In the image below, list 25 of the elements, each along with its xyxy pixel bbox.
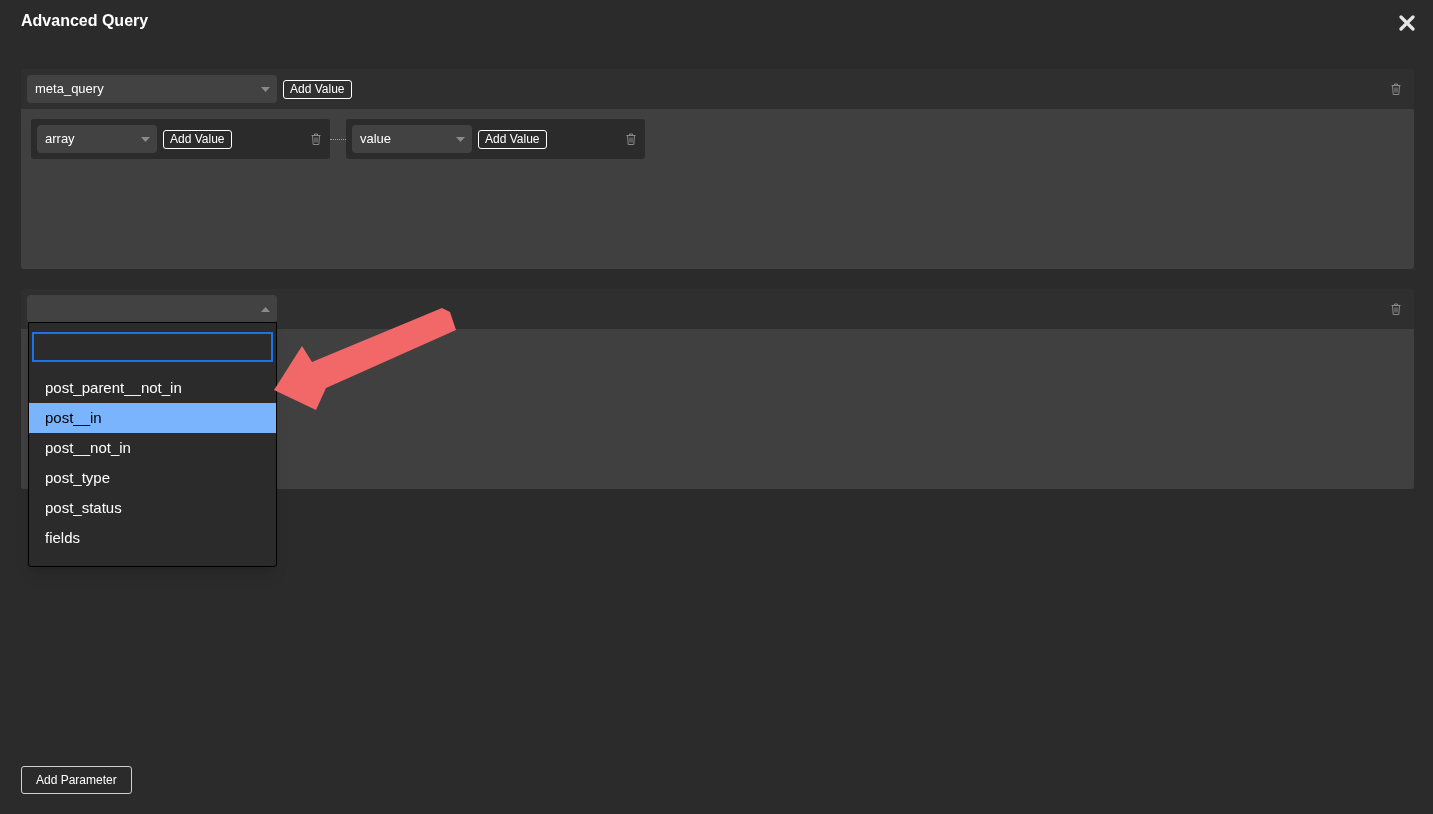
caret-icon [141,136,150,142]
add-value-button[interactable]: Add Value [478,129,547,149]
select-field[interactable]: array [37,125,157,153]
select-field[interactable]: meta_query [27,75,277,103]
trash-icon[interactable] [1391,83,1401,95]
trash-icon[interactable] [626,133,636,145]
dropdown-option[interactable]: fields [29,523,276,553]
dialog-title: Advanced Query [21,11,149,31]
dropdown-option[interactable]: post_type [29,463,276,493]
select-field[interactable]: value [352,125,472,153]
trash-icon[interactable] [311,133,321,145]
search-input[interactable] [32,332,273,362]
trash-icon[interactable] [1391,303,1401,315]
caret-icon [261,306,270,312]
add-value-button[interactable]: Add Value [163,129,232,149]
dropdown-option[interactable]: post__in [29,403,276,433]
select-field[interactable] [27,295,277,323]
dropdown-option[interactable]: post_parent__not_in [29,373,276,403]
caret-icon [456,136,465,142]
dropdown-option[interactable]: post__not_in [29,433,276,463]
close-icon[interactable] [1399,15,1415,31]
add-value-button[interactable]: Add Value [283,79,352,99]
caret-icon [261,86,270,92]
add-parameter-button[interactable]: Add Parameter [21,766,132,794]
dropdown-option[interactable]: post_status [29,493,276,523]
